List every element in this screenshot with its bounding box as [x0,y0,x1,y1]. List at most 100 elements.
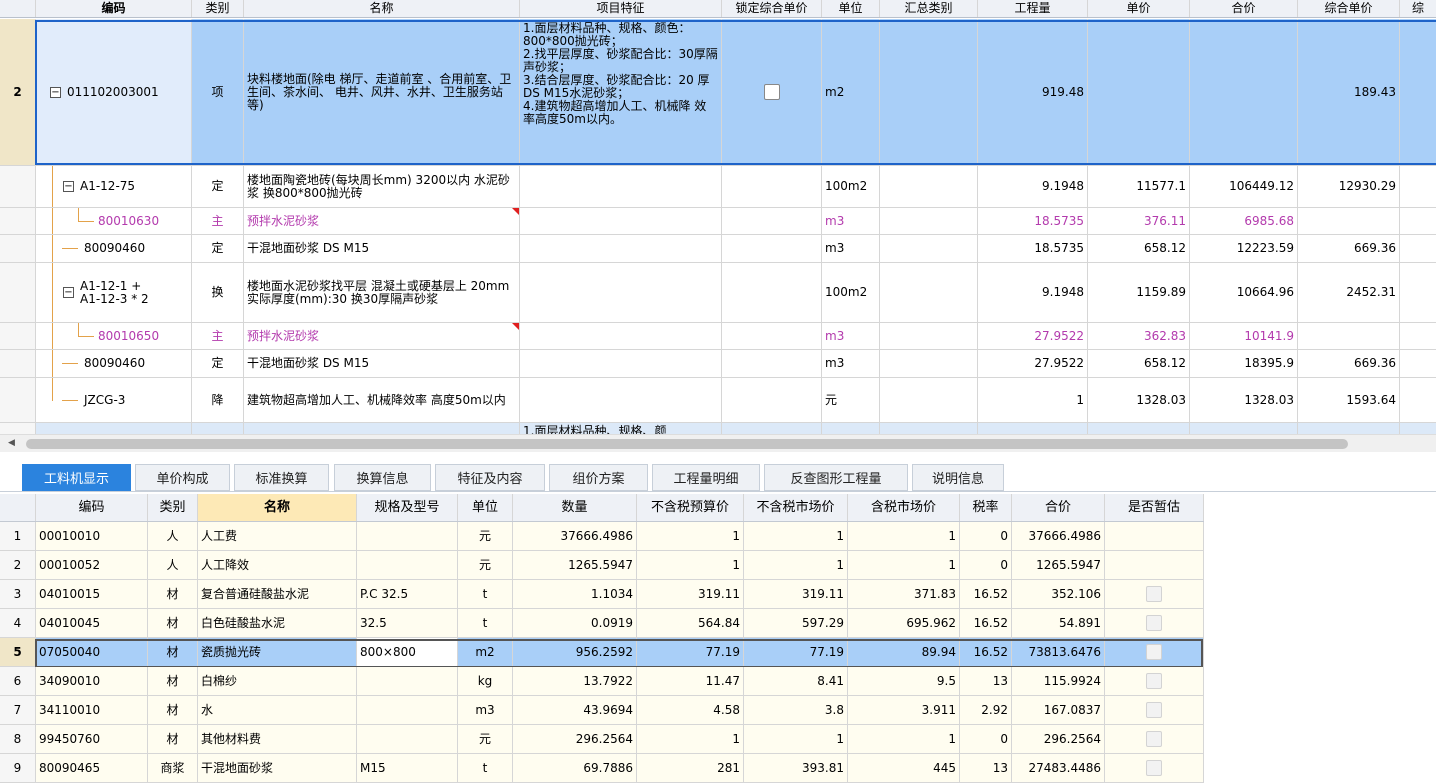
quota-total[interactable]: 1328.03 [1190,378,1298,422]
resource-estimated[interactable] [1105,609,1204,637]
quota-price[interactable]: 1159.89 [1088,263,1190,322]
quota-code-cell[interactable]: − A1-12-75 [36,166,192,207]
header-total[interactable]: 合价 [1012,494,1105,521]
resource-code[interactable]: 00010052 [36,551,148,579]
resource-spec[interactable]: M15 [357,754,458,782]
header-code[interactable]: 编码 [36,0,192,17]
resource-unit[interactable]: 元 [458,551,513,579]
bill-unit[interactable]: m2 [822,19,880,165]
resource-name[interactable]: 复合普通硅酸盐水泥 [198,580,357,608]
header-code[interactable]: 编码 [36,494,148,521]
resource-rate[interactable]: 0 [960,522,1012,550]
header-type[interactable]: 类别 [148,494,198,521]
resource-spec[interactable] [357,725,458,753]
resource-row[interactable]: 7 34110010 材 水 m3 43.9694 4.58 3.8 3.911… [0,696,1204,725]
quota-quantity[interactable]: 9.1948 [978,166,1088,207]
next-summary[interactable] [880,423,978,434]
quota-code-cell[interactable]: − A1-12-1 + A1-12-3 * 2 [36,263,192,322]
resource-unit[interactable]: kg [458,667,513,695]
tab-notes[interactable]: 说明信息 [912,464,1004,491]
resource-budget[interactable]: 11.47 [637,667,744,695]
bill-feature[interactable]: 1.面层材料品种、规格、颜色：800*800抛光砖； 2.找平层厚度、砂浆配合比… [520,19,722,165]
resource-market[interactable]: 319.11 [744,580,848,608]
resource-qty[interactable]: 43.9694 [513,696,637,724]
resource-row[interactable]: 2 00010052 人 人工降效 元 1265.5947 1 1 1 0 12… [0,551,1204,580]
bill-quantity[interactable]: 919.48 [978,19,1088,165]
resource-row[interactable]: 8 99450760 材 其他材料费 元 296.2564 1 1 1 0 29… [0,725,1204,754]
resource-rate[interactable]: 13 [960,754,1012,782]
resource-row[interactable]: 4 04010045 材 白色硅酸盐水泥 32.5 t 0.0919 564.8… [0,609,1204,638]
header-spec[interactable]: 规格及型号 [357,494,458,521]
resource-type[interactable]: 材 [148,638,198,666]
resource-spec[interactable]: 32.5 [357,609,458,637]
resource-unit[interactable]: 元 [458,522,513,550]
header-composite[interactable]: 综合单价 [1298,0,1400,17]
resource-code[interactable]: 04010015 [36,580,148,608]
quota-feature[interactable] [520,378,722,422]
quota-quantity[interactable]: 18.5735 [978,235,1088,262]
resource-total[interactable]: 352.106 [1012,580,1105,608]
quota-type[interactable]: 定 [192,235,244,262]
resource-name[interactable]: 白棉纱 [198,667,357,695]
resource-spec[interactable] [357,667,458,695]
lock-price-checkbox[interactable] [763,84,780,100]
header-qty[interactable]: 数量 [513,494,637,521]
resource-total[interactable]: 37666.4986 [1012,522,1105,550]
quota-name[interactable]: 建筑物超高增加人工、机械降效率 高度50m以内 [244,378,520,422]
header-unit[interactable]: 单位 [458,494,513,521]
resource-budget[interactable]: 4.58 [637,696,744,724]
resource-market[interactable]: 77.19 [744,638,848,666]
resource-qty[interactable]: 13.7922 [513,667,637,695]
next-composite[interactable] [1298,423,1400,434]
resource-budget[interactable]: 281 [637,754,744,782]
collapse-icon[interactable]: − [63,181,74,192]
resource-type[interactable]: 材 [148,609,198,637]
resource-unit[interactable]: t [458,754,513,782]
next-bill-row[interactable]: 1.面层材料品种、规格、颜 [0,423,1436,434]
material-type[interactable]: 主 [192,323,244,349]
quota-quantity[interactable]: 1 [978,378,1088,422]
resource-tax-market[interactable]: 445 [848,754,960,782]
resource-qty[interactable]: 1265.5947 [513,551,637,579]
material-summary-type[interactable] [880,323,978,349]
resource-name[interactable]: 人工降效 [198,551,357,579]
estimate-checkbox[interactable] [1146,702,1162,718]
resource-budget[interactable]: 564.84 [637,609,744,637]
resource-type[interactable]: 材 [148,725,198,753]
resource-type[interactable]: 材 [148,580,198,608]
resource-estimated[interactable] [1105,725,1204,753]
resource-code[interactable]: 99450760 [36,725,148,753]
resource-rate[interactable]: 0 [960,551,1012,579]
quota-name[interactable]: 楼地面水泥砂浆找平层 混凝土或硬基层上 20mm 实际厚度(mm):30 换30… [244,263,520,322]
resource-name[interactable]: 水 [198,696,357,724]
material-price[interactable]: 376.11 [1088,208,1190,234]
quota-feature[interactable] [520,166,722,207]
quota-summary-type[interactable] [880,263,978,322]
bill-total[interactable] [1190,19,1298,165]
tab-unit-price[interactable]: 单价构成 [135,464,230,491]
quota-price[interactable]: 11577.1 [1088,166,1190,207]
quota-total[interactable]: 106449.12 [1190,166,1298,207]
header-feature[interactable]: 项目特征 [520,0,722,17]
quota-code[interactable]: 80090460 [36,235,192,262]
resource-name[interactable]: 白色硅酸盐水泥 [198,609,357,637]
resource-tax-market[interactable]: 1 [848,551,960,579]
material-composite[interactable] [1298,323,1400,349]
resource-spec[interactable]: 800×800 [357,638,458,666]
estimate-checkbox[interactable] [1146,615,1162,631]
quota-code[interactable]: JZCG-3 [36,378,192,422]
header-quantity[interactable]: 工程量 [978,0,1088,17]
resource-spec[interactable] [357,522,458,550]
estimate-checkbox[interactable] [1146,644,1162,660]
header-unit[interactable]: 单位 [822,0,880,17]
resource-tax-market[interactable]: 695.962 [848,609,960,637]
bill-price[interactable] [1088,19,1190,165]
resource-spec[interactable]: P.C 32.5 [357,580,458,608]
resource-market[interactable]: 1 [744,522,848,550]
quota-type[interactable]: 换 [192,263,244,322]
bill-summary-type[interactable] [880,19,978,165]
bill-item-row[interactable]: 2 − 011102003001 项 块料楼地面(除电 梯厅、走道前室 、合用前… [0,19,1436,166]
resource-tax-market[interactable]: 3.911 [848,696,960,724]
tab-features[interactable]: 特征及内容 [435,464,545,491]
resource-estimated[interactable] [1105,580,1204,608]
